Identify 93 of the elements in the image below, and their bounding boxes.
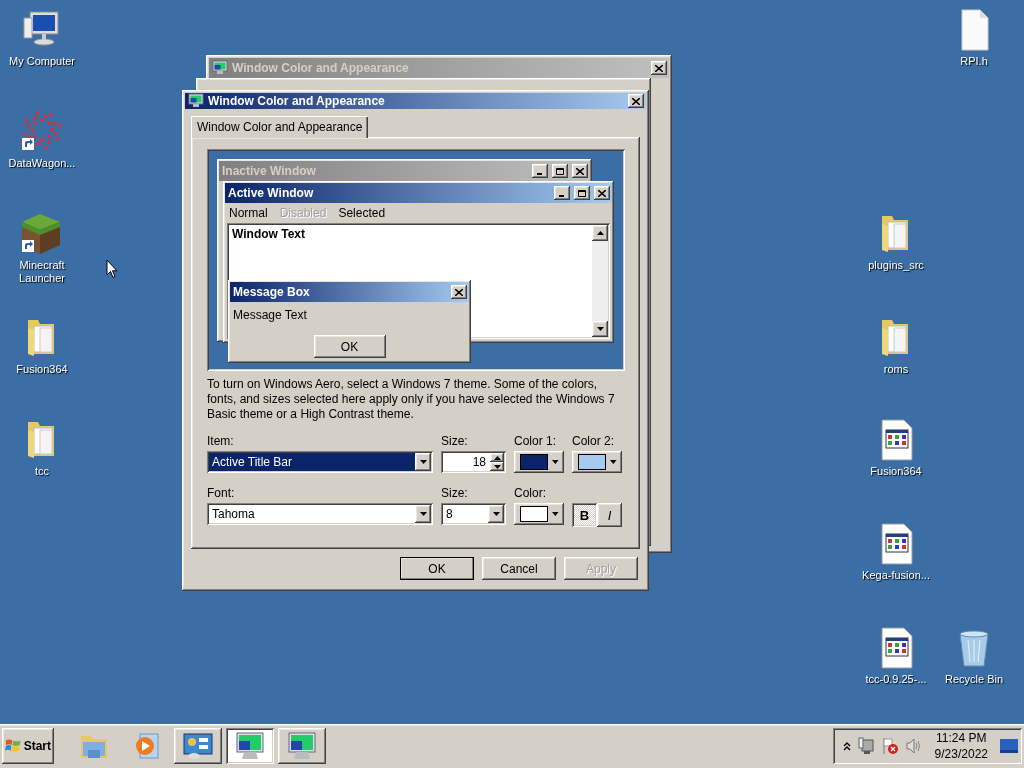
close-icon — [576, 167, 584, 175]
color-picker-button[interactable] — [514, 451, 564, 473]
close-button[interactable] — [651, 61, 667, 75]
icon-label[interactable]: DataWagon... — [8, 157, 76, 170]
flag-icon[interactable] — [880, 737, 899, 755]
dropdown-button[interactable] — [488, 505, 504, 523]
maximize-button[interactable] — [574, 186, 590, 200]
icon-label[interactable]: My Computer — [9, 55, 75, 68]
field-label: Size: — [441, 486, 469, 500]
start-button[interactable]: Start — [2, 728, 54, 764]
icon-label[interactable]: Fusion364 — [870, 465, 922, 478]
maximize-icon — [556, 167, 564, 175]
display-icon — [212, 60, 228, 76]
scroll-up-button[interactable] — [592, 225, 608, 241]
caret-icon — [419, 512, 427, 516]
window-title: Window Color and Appearance — [208, 94, 386, 108]
display-icon — [286, 730, 318, 762]
window-text: Window Text — [231, 226, 306, 243]
icon-label[interactable]: roms — [883, 363, 909, 376]
font-size-dropdown[interactable]: 8 — [441, 503, 506, 525]
speaker-icon[interactable] — [904, 737, 923, 755]
caret-icon — [596, 327, 604, 331]
close-button[interactable] — [628, 94, 644, 108]
up-arrow-icon — [493, 455, 501, 460]
icon-label[interactable]: tcc — [34, 465, 50, 478]
caret-icon — [552, 512, 559, 516]
taskbar-button[interactable] — [174, 728, 222, 764]
caret-icon — [552, 460, 559, 464]
up-arrow-icon — [596, 231, 604, 235]
caret-icon — [419, 460, 427, 464]
field-label: Size: — [441, 434, 469, 448]
control-panel-icon — [182, 730, 214, 762]
clock-time: 11:24 PM — [936, 730, 987, 746]
close-icon — [598, 189, 606, 197]
close-button[interactable] — [451, 285, 467, 299]
icon-label[interactable]: tcc-0.9.25-... — [865, 673, 927, 686]
network-icon[interactable] — [856, 737, 875, 755]
close-icon — [455, 288, 463, 296]
field-label: Item: — [207, 434, 235, 448]
icon-label[interactable]: Recycle Bin — [944, 673, 1004, 686]
spin-up-button[interactable] — [490, 453, 504, 462]
icon-label[interactable]: Kega-fusion... — [862, 569, 930, 582]
font-dropdown[interactable]: Tahoma — [207, 503, 433, 525]
window-title: Active Window — [228, 186, 315, 200]
taskbar-button[interactable] — [226, 728, 274, 764]
italic-toggle[interactable]: I — [597, 503, 622, 527]
window-title: Inactive Window — [222, 164, 317, 178]
spin-down-button[interactable] — [490, 462, 504, 471]
display-icon — [188, 93, 204, 109]
caret-icon — [610, 460, 617, 464]
icon-label[interactable]: Fusion364 — [16, 363, 68, 376]
field-label: Font: — [207, 486, 236, 500]
item-dropdown[interactable]: Active Title Bar — [207, 451, 433, 473]
icon-label[interactable]: RPI.h — [960, 55, 988, 68]
message-text: Message Text — [232, 307, 308, 324]
ok-button[interactable]: OK — [313, 335, 386, 358]
minimize-button[interactable] — [532, 164, 548, 178]
display-icon — [234, 730, 266, 762]
close-button[interactable] — [594, 186, 610, 200]
cursor-icon — [106, 259, 118, 279]
close-button[interactable] — [572, 164, 588, 178]
window-title: Window Color and Appearance — [232, 61, 410, 75]
window-title: Message Box — [233, 285, 311, 299]
description-text: To turn on Windows Aero, select a Windows 7 theme. Some of the colors, fonts, and sizes selected here apply only if you have selected the Windows 7 Basic theme or a High Contrast theme. — [207, 377, 616, 422]
color-picker-button[interactable] — [514, 503, 564, 525]
close-icon — [632, 97, 640, 105]
dialog-button[interactable]: OK — [400, 557, 474, 580]
minimize-button[interactable] — [554, 186, 570, 200]
color-picker-button[interactable] — [572, 451, 622, 473]
clock[interactable]: 11:24 PM 9/23/2022 — [928, 730, 994, 762]
caret-icon — [493, 464, 501, 469]
icon-label[interactable]: Minecraft Launcher — [0, 259, 84, 285]
field-label: Color: — [514, 486, 547, 500]
maximize-button[interactable] — [552, 164, 568, 178]
bold-toggle[interactable]: B — [572, 503, 597, 527]
close-icon — [655, 64, 663, 72]
dropdown-button[interactable] — [415, 505, 431, 523]
clock-date: 9/23/2022 — [934, 746, 988, 762]
size-spinner[interactable]: 18 — [441, 451, 506, 473]
caret-icon — [492, 512, 500, 516]
taskbar-button[interactable] — [278, 728, 326, 764]
dropdown-button[interactable] — [415, 453, 431, 471]
chevron-up-icon[interactable] — [842, 741, 851, 751]
field-label: Color 1: — [514, 434, 558, 448]
tab[interactable]: Window Color and Appearance — [191, 116, 369, 138]
dialog-button[interactable]: Cancel — [482, 557, 556, 580]
windows-logo-icon — [5, 738, 22, 754]
icon-label[interactable]: plugins_src — [868, 259, 924, 272]
scroll-down-button[interactable] — [592, 321, 608, 337]
maximize-icon — [578, 189, 586, 197]
menu-item[interactable]: Normal — [229, 206, 268, 220]
menu-item[interactable]: Selected — [338, 206, 386, 220]
field-label: Color 2: — [572, 434, 616, 448]
